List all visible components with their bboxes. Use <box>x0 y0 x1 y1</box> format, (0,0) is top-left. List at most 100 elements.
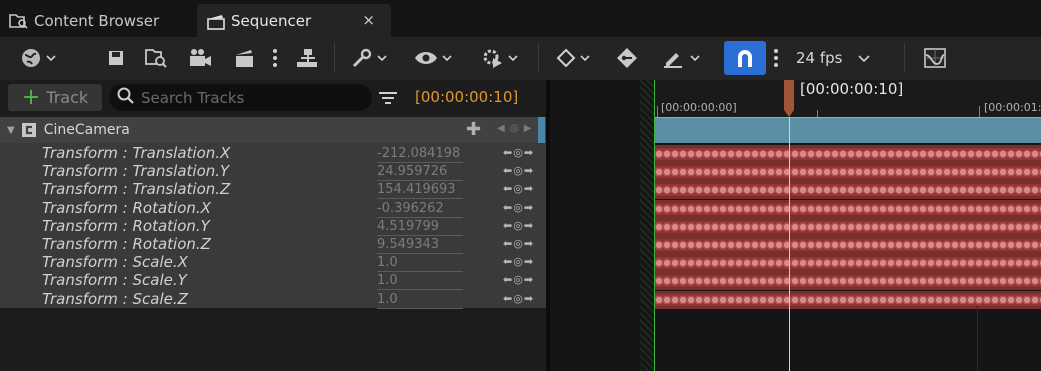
toolbar-separator <box>334 43 335 73</box>
keyframe-strip[interactable] <box>655 220 1041 233</box>
property-track-row[interactable]: Transform : Scale.Y 1.0 ⬅◎➡ <box>0 271 546 291</box>
ruler-tick <box>817 110 818 117</box>
property-track-row[interactable]: Transform : Rotation.X -0.396262 ⬅◎➡ <box>0 198 546 218</box>
key-diamond-icon <box>616 47 638 69</box>
snap-options-button[interactable] <box>768 41 784 75</box>
keyframe-strip[interactable] <box>655 166 1041 179</box>
add-track-plus-icon[interactable]: ✚ <box>466 119 481 140</box>
key-navigation-icon[interactable]: ⬅◎➡ <box>503 182 534 195</box>
property-track-row[interactable]: Transform : Scale.X 1.0 ⬅◎➡ <box>0 253 546 273</box>
playhead-handle[interactable] <box>782 80 796 117</box>
filter-button[interactable] <box>378 88 398 108</box>
render-movie-button[interactable] <box>228 41 262 75</box>
key-navigation-icon[interactable]: ⬅◎➡ <box>503 273 534 286</box>
keyframe-track-row[interactable] <box>655 217 1041 236</box>
keyframe-strip[interactable] <box>655 293 1041 306</box>
property-track-row[interactable]: Transform : Translation.Z 154.419693 ⬅◎➡ <box>0 180 546 200</box>
filter-icon <box>378 92 398 112</box>
toolbar-separator <box>904 43 905 73</box>
keyframe-track-row[interactable] <box>655 254 1041 273</box>
property-value-field[interactable]: 1.0 <box>377 272 463 291</box>
search-input[interactable] <box>141 88 371 107</box>
camera-section-bar[interactable] <box>655 117 1041 143</box>
key-navigation-icon[interactable]: ◀ ◎ ▶ <box>497 123 532 134</box>
property-track-row[interactable]: Transform : Rotation.Y 4.519799 ⬅◎➡ <box>0 216 546 236</box>
keyframe-track-row[interactable] <box>655 145 1041 163</box>
property-name: Transform : Rotation.X <box>42 198 211 217</box>
folder-search-icon <box>144 47 168 69</box>
clapperboard-icon <box>205 11 227 31</box>
add-track-button[interactable]: + Track <box>8 84 102 111</box>
chevron-down-icon <box>580 54 590 62</box>
keyframe-track-row[interactable] <box>655 290 1041 309</box>
world-menu-button[interactable] <box>14 41 62 75</box>
edit-mode-button[interactable] <box>656 41 706 75</box>
keyframe-track-row[interactable] <box>655 163 1041 182</box>
property-track-row[interactable]: Transform : Scale.Z 1.0 ⬅◎➡ <box>0 290 546 309</box>
tab-content-browser[interactable]: Content Browser <box>0 4 195 37</box>
property-value-field[interactable]: 1.0 <box>377 254 463 273</box>
keyframe-strip[interactable] <box>655 257 1041 270</box>
property-value-field[interactable]: 1.0 <box>377 291 463 309</box>
property-value-field[interactable]: -212.084198 <box>377 145 463 163</box>
property-name: Transform : Translation.Y <box>42 162 230 181</box>
curve-editor-icon <box>922 46 948 70</box>
property-track-row[interactable]: Transform : Translation.X -212.084198 ⬅◎➡ <box>0 144 546 163</box>
ruler-tick <box>979 106 980 117</box>
save-button[interactable] <box>104 41 128 75</box>
property-track-row[interactable]: Transform : Translation.Y 24.959726 ⬅◎➡ <box>0 162 546 182</box>
key-navigation-icon[interactable]: ⬅◎➡ <box>503 255 534 268</box>
key-navigation-icon[interactable]: ⬅◎➡ <box>503 201 534 214</box>
kebab-icon <box>272 48 278 68</box>
track-tree: ▼ CineCamera ✚ ◀ ◎ ▶ Transform : Transla… <box>0 117 546 309</box>
track-row-cinecamera[interactable]: ▼ CineCamera ✚ ◀ ◎ ▶ <box>0 117 546 143</box>
property-value-field[interactable]: 9.549343 <box>377 236 463 254</box>
key-navigation-icon[interactable]: ⬅◎➡ <box>503 146 534 159</box>
key-navigation-icon[interactable]: ⬅◎➡ <box>503 292 534 305</box>
view-options-button[interactable] <box>410 41 456 75</box>
snap-toggle-button[interactable] <box>724 41 766 75</box>
keyframe-track-row[interactable] <box>655 236 1041 254</box>
globe-icon <box>20 47 42 69</box>
actor-hierarchy-button[interactable] <box>292 41 322 75</box>
playback-options-button[interactable] <box>474 41 524 75</box>
key-navigation-icon[interactable]: ⬅◎➡ <box>503 219 534 232</box>
more-options-button[interactable] <box>268 41 282 75</box>
property-value-field[interactable]: 4.519799 <box>377 218 463 236</box>
close-icon[interactable]: × <box>362 11 375 29</box>
framerate-dropdown[interactable]: 24 fps <box>796 41 880 75</box>
expand-arrow-icon[interactable]: ▼ <box>7 125 15 136</box>
property-value-field[interactable]: 154.419693 <box>377 181 463 200</box>
search-tracks-field[interactable] <box>109 84 372 111</box>
key-navigation-icon[interactable]: ⬅◎➡ <box>503 164 534 177</box>
keyframe-track-row[interactable] <box>655 181 1041 200</box>
auto-key-button[interactable] <box>612 41 642 75</box>
curve-editor-button[interactable] <box>918 41 952 75</box>
key-navigation-icon[interactable]: ⬅◎➡ <box>503 237 534 250</box>
tools-menu-button[interactable] <box>346 41 392 75</box>
cinecamera-icon <box>21 122 37 138</box>
keyframe-track-row[interactable] <box>655 199 1041 218</box>
property-name: Transform : Rotation.Z <box>42 235 211 253</box>
property-name: Transform : Translation.Z <box>42 180 231 199</box>
keyframe-strip[interactable] <box>655 239 1041 251</box>
pencil-icon <box>662 47 686 69</box>
keyframe-strip[interactable] <box>655 275 1041 288</box>
property-value-field[interactable]: -0.396262 <box>377 200 463 218</box>
key-interpolation-button[interactable] <box>550 41 596 75</box>
outliner-panel: + Track [00:00:00:10] ▼ CineCamera ✚ ◀ ◎… <box>0 80 546 371</box>
property-track-row[interactable]: Transform : Rotation.Z 9.549343 ⬅◎➡ <box>0 235 546 254</box>
property-value-field[interactable]: 24.959726 <box>377 163 463 182</box>
current-time-display[interactable]: [00:00:00:10] <box>415 88 518 106</box>
property-name: Transform : Rotation.Y <box>42 216 210 235</box>
tab-bar: Content Browser Sequencer × <box>0 0 1041 37</box>
keyframe-strip[interactable] <box>655 184 1041 197</box>
create-camera-button[interactable] <box>184 41 216 75</box>
playhead-line <box>789 117 790 371</box>
keyframe-track-row[interactable] <box>655 272 1041 291</box>
keyframe-strip[interactable] <box>655 202 1041 215</box>
tab-sequencer[interactable]: Sequencer × <box>197 4 391 37</box>
browse-asset-button[interactable] <box>140 41 172 75</box>
tab-sequencer-label: Sequencer <box>231 11 312 30</box>
keyframe-strip[interactable] <box>655 148 1041 160</box>
